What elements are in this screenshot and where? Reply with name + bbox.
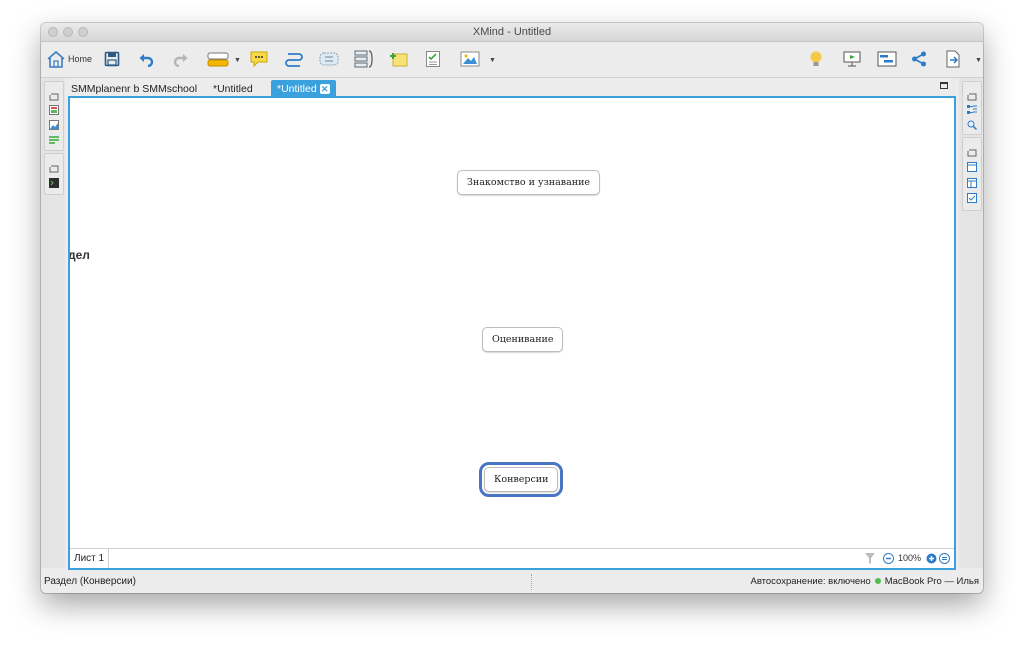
console-icon[interactable] — [49, 178, 59, 188]
title-bar: XMind - Untitled — [41, 23, 983, 42]
relationship-icon — [285, 50, 303, 68]
fit-map-icon[interactable] — [939, 553, 950, 564]
share-icon — [911, 51, 927, 67]
insert-image-button[interactable] — [460, 49, 480, 69]
save-icon — [104, 51, 120, 67]
zoom-panel-icon[interactable] — [967, 120, 977, 130]
task-button[interactable] — [425, 49, 441, 69]
left-panel-group-1 — [44, 81, 64, 151]
right-sidebar — [959, 78, 983, 568]
note-icon — [389, 50, 409, 68]
image-dropdown-icon[interactable]: ▼ — [489, 57, 496, 64]
app-window: XMind - Untitled Home ▼ ▼ ▼ SMMplanenr b… — [41, 23, 983, 593]
properties-icon[interactable] — [49, 135, 59, 145]
image-icon — [460, 51, 480, 67]
panel-menu-icon-2[interactable] — [49, 163, 59, 173]
topic-evaluation[interactable]: Оценивание — [482, 327, 564, 352]
undo-icon — [138, 51, 154, 67]
close-tab-icon[interactable]: ✕ — [319, 84, 330, 94]
topic-awareness[interactable]: Знакомство и узнавание — [457, 170, 601, 195]
user-device: MacBook Pro — Илья — [884, 576, 979, 587]
summary-button[interactable] — [354, 49, 374, 69]
bulb-icon — [809, 50, 823, 68]
export-button[interactable] — [945, 49, 961, 69]
partial-topic-label[interactable]: дел — [70, 248, 90, 262]
export-dropdown-icon[interactable]: ▼ — [975, 57, 982, 64]
boundary-button[interactable] — [319, 49, 339, 69]
filter-icon[interactable] — [865, 553, 875, 564]
callout-button[interactable] — [249, 49, 269, 69]
outline-icon[interactable] — [49, 105, 59, 115]
autosave-status: Автосохранение: включено — [750, 576, 871, 587]
sheet-tab[interactable]: Лист 1 — [70, 549, 110, 568]
right-panel-group-2 — [962, 137, 982, 211]
topic-dropdown-icon[interactable]: ▼ — [234, 57, 241, 64]
status-bar: Раздел (Конверсии) Автосохранение: включ… — [41, 571, 983, 593]
status-selection: Раздел (Конверсии) — [44, 576, 136, 587]
zoom-level: 100% — [898, 553, 922, 563]
gantt-button[interactable] — [877, 49, 897, 69]
insert-topic-button[interactable] — [207, 49, 229, 69]
note-button[interactable] — [389, 49, 409, 69]
left-panel-group-2 — [44, 153, 64, 195]
presentation-button[interactable] — [843, 49, 861, 69]
right-panel-group-1 — [962, 81, 982, 135]
gantt-icon — [877, 51, 897, 67]
toolbar: Home ▼ ▼ ▼ — [41, 42, 983, 78]
format-icon[interactable] — [967, 162, 977, 172]
undo-button[interactable] — [138, 49, 154, 69]
status-divider — [531, 574, 533, 590]
panel-menu-icon-4[interactable] — [967, 147, 977, 157]
panel-menu-icon-3[interactable] — [967, 91, 977, 101]
summary-icon — [354, 50, 374, 68]
task-info-icon[interactable] — [967, 193, 977, 203]
presentation-icon — [843, 50, 861, 68]
zoom-in-icon[interactable] — [926, 553, 937, 564]
brainstorm-button[interactable] — [809, 49, 823, 69]
zoom-out-icon[interactable] — [883, 553, 894, 564]
panel-menu-icon[interactable] — [49, 91, 59, 101]
sheet-bar: Лист 1 100% — [70, 548, 954, 568]
structure-icon[interactable] — [967, 105, 977, 115]
image-panel-icon[interactable] — [49, 120, 59, 130]
task-icon — [425, 50, 441, 68]
map-canvas[interactable]: дел Знакомство и узнавание Оценивание Ко… — [68, 96, 956, 570]
share-button[interactable] — [911, 49, 927, 69]
maximize-editor-icon[interactable] — [940, 82, 948, 89]
status-info: Автосохранение: включено MacBook Pro — Ил… — [750, 576, 979, 587]
editor-tabs: SMMplanenr b SMMschool *Untitled *Untitl… — [65, 78, 959, 98]
redo-button[interactable] — [173, 49, 189, 69]
home-button[interactable]: Home — [46, 49, 92, 69]
callout-icon — [249, 50, 269, 68]
boundary-icon — [319, 51, 339, 67]
home-label: Home — [68, 54, 93, 64]
topic-icon — [207, 51, 229, 67]
window-title: XMind - Untitled — [472, 26, 552, 38]
online-status-icon — [874, 578, 881, 585]
left-sidebar — [41, 78, 65, 568]
export-icon — [945, 50, 961, 68]
redo-icon — [173, 51, 189, 67]
home-icon — [46, 50, 66, 68]
topic-conversions[interactable]: Конверсии — [478, 462, 564, 497]
relationship-button[interactable] — [285, 49, 303, 69]
save-button[interactable] — [104, 49, 120, 69]
layout-icon[interactable] — [967, 178, 977, 188]
